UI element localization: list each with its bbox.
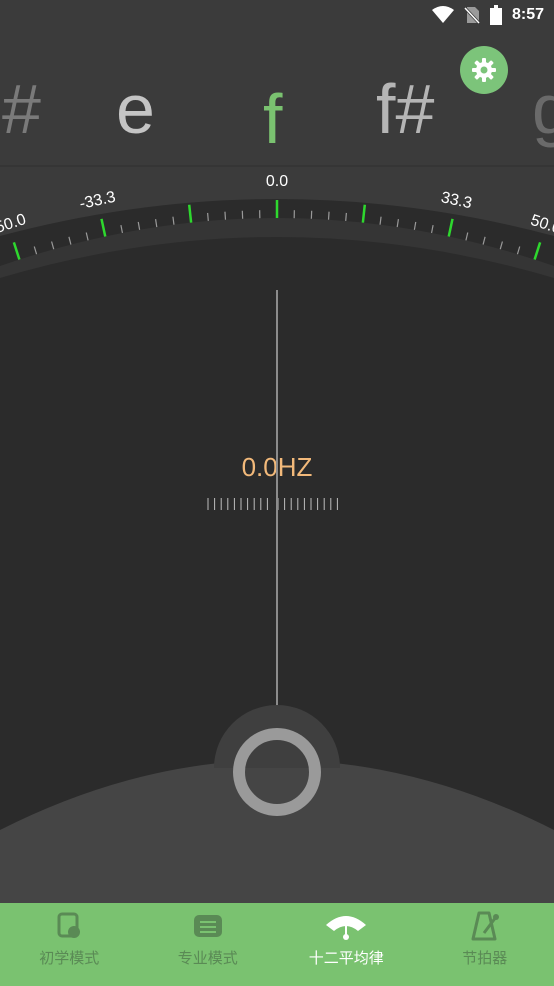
gauge-minor-tick bbox=[68, 236, 72, 245]
nav-equal-temperament[interactable]: 十二平均律 bbox=[277, 903, 416, 986]
gauge-arc bbox=[0, 218, 554, 278]
professional-icon bbox=[193, 915, 222, 937]
gauge-minor-tick bbox=[154, 219, 158, 228]
gauge-major-tick bbox=[100, 218, 107, 237]
gauge-minor-tick bbox=[482, 236, 486, 245]
gauge-minor-tick bbox=[51, 241, 55, 250]
gauge-major-tick bbox=[187, 204, 193, 223]
gauge-major-tick bbox=[533, 241, 542, 260]
note-g: g bbox=[532, 70, 554, 148]
battery-icon bbox=[489, 5, 502, 25]
gauge-minor-tick bbox=[172, 216, 175, 225]
note-f-sharp: f# bbox=[376, 70, 435, 148]
gauge-minor-tick bbox=[430, 224, 434, 234]
status-icons: 8:57 bbox=[431, 4, 544, 26]
gauge-minor-tick bbox=[396, 219, 400, 228]
metronome-icon bbox=[471, 911, 499, 941]
nav-equal-temperament-label: 十二平均律 bbox=[308, 950, 384, 967]
gauge-minor-tick bbox=[516, 246, 521, 255]
gauge-minor-tick bbox=[207, 212, 209, 222]
note-e: e bbox=[116, 70, 155, 148]
gauge-minor-tick bbox=[499, 241, 503, 250]
status-bar: 8:57 bbox=[0, 0, 554, 30]
nav-beginner-mode[interactable]: 初学模式 bbox=[0, 903, 139, 986]
nav-beginner-label: 初学模式 bbox=[39, 950, 100, 967]
gauge-label: 0.0 bbox=[266, 173, 288, 190]
gauge-minor-tick bbox=[379, 216, 382, 225]
tuner-gauge-icon bbox=[326, 916, 367, 940]
note-f-active: f bbox=[263, 80, 283, 158]
gauge-minor-tick bbox=[224, 211, 227, 220]
gauge-major-tick bbox=[361, 204, 367, 223]
gauge-minor-tick bbox=[120, 224, 124, 234]
gauge-minor-tick bbox=[85, 232, 89, 241]
gauge-minor-tick bbox=[465, 232, 469, 241]
gauge-major-tick bbox=[447, 218, 454, 237]
tuner-needle bbox=[276, 290, 278, 730]
gauge-minor-tick bbox=[33, 246, 38, 255]
gauge-minor-tick bbox=[345, 212, 347, 222]
status-time: 8:57 bbox=[511, 6, 544, 23]
no-sim-icon bbox=[463, 6, 480, 24]
gauge-minor-tick bbox=[137, 221, 141, 230]
gauge-minor-tick bbox=[327, 211, 330, 220]
gauge-major-tick bbox=[12, 241, 21, 260]
settings-button[interactable] bbox=[460, 46, 508, 94]
bottom-nav: 初学模式 专业模式 十二平均律 节拍器 bbox=[0, 903, 554, 986]
tuner-base bbox=[0, 705, 554, 904]
nav-professional-mode[interactable]: 专业模式 bbox=[139, 903, 278, 986]
beginner-icon bbox=[57, 912, 81, 938]
nav-professional-label: 专业模式 bbox=[177, 950, 238, 967]
nav-metronome[interactable]: 节拍器 bbox=[416, 903, 554, 986]
note-sharp: # bbox=[2, 70, 41, 148]
nav-metronome-label: 节拍器 bbox=[462, 950, 508, 967]
cents-gauge: -50.0-33.30.033.350.0 bbox=[0, 167, 554, 278]
gear-icon bbox=[472, 58, 496, 82]
gauge-minor-tick bbox=[413, 221, 417, 230]
wifi-icon bbox=[431, 6, 454, 23]
